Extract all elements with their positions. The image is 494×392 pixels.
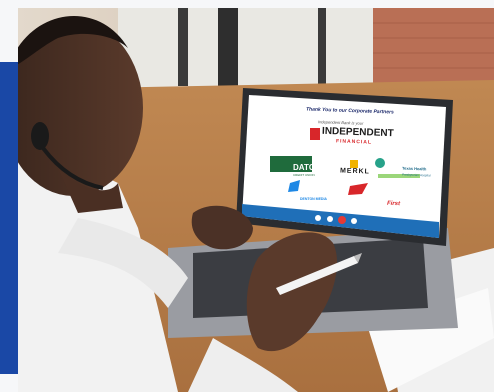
datcu-logo-sub: CREDIT UNION — [293, 173, 315, 177]
texas-health-logo-mark — [375, 158, 385, 168]
camera-icon — [327, 216, 333, 222]
share-icon — [351, 218, 357, 224]
end-call-icon — [338, 216, 346, 224]
photo-illustration — [18, 8, 494, 392]
photo-virtual-meeting: Thank You to our Corporate Partners Inde… — [18, 8, 494, 392]
screenshot: Thank You to our Corporate Partners Inde… — [0, 0, 494, 392]
mic-icon — [315, 215, 321, 221]
window-area — [118, 8, 378, 88]
merkl-logo-text: MERKL — [339, 167, 371, 176]
texas-health-logo-text: Texas Health — [401, 165, 427, 172]
independent-bank-sub: FINANCIAL — [335, 138, 373, 146]
datcu-logo-text: DATCU — [293, 163, 321, 172]
blue-accent-panel — [0, 62, 18, 374]
headset-earpiece — [31, 122, 49, 150]
denton-media-logo-text: DENTON MEDIA — [300, 197, 327, 201]
independent-logo-mark — [310, 128, 320, 140]
first-logo-text: First — [386, 200, 401, 208]
